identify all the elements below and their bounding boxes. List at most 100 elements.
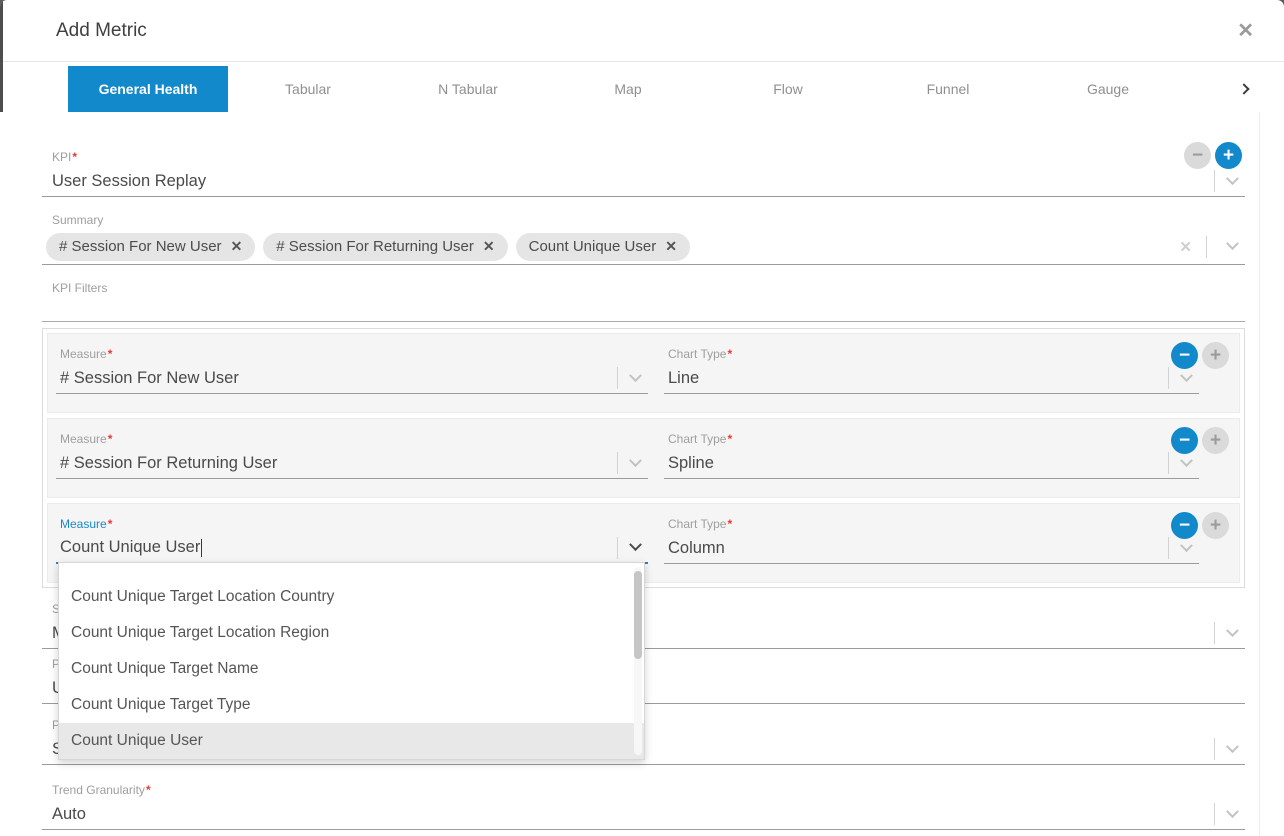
kpi-label: KPI* (42, 150, 1245, 166)
divider (1214, 622, 1215, 644)
chevron-down-icon[interactable] (1180, 454, 1193, 467)
measure-label: Measure* (56, 432, 648, 448)
chevron-down-icon[interactable] (1226, 172, 1239, 185)
add-measure-button[interactable]: + (1202, 342, 1229, 369)
remove-measure-button[interactable]: − (1171, 427, 1198, 454)
chevron-down-icon[interactable] (1180, 369, 1193, 382)
divider (1214, 803, 1215, 825)
scroll-gutter-divider (1259, 112, 1260, 836)
dropdown-option-highlighted[interactable]: Count Unique User (59, 723, 644, 759)
tab-map[interactable]: Map (548, 66, 708, 112)
divider (1168, 367, 1169, 389)
trend-granularity-label: Trend Granularity* (42, 783, 1245, 799)
page-title: Add Metric (56, 20, 1237, 42)
chart-type-select[interactable]: Line (664, 363, 1199, 394)
divider (1214, 170, 1215, 192)
summary-label: Summary (42, 213, 1245, 229)
divider (1206, 236, 1207, 258)
kpi-row-actions: − + (1184, 142, 1242, 169)
kpi-filters-label: KPI Filters (42, 281, 1245, 297)
kpi-value: User Session Replay (52, 172, 1208, 191)
measure-column: Measure* # Session For New User (56, 347, 648, 412)
chevron-down-icon[interactable] (1226, 805, 1239, 818)
measure-row-actions: − + (1171, 512, 1229, 539)
kpi-select[interactable]: User Session Replay (42, 166, 1245, 197)
trend-granularity-field: Trend Granularity* Auto (42, 783, 1245, 830)
add-measure-button[interactable]: + (1202, 512, 1229, 539)
measure-combobox-input[interactable]: Count Unique User (56, 533, 648, 564)
chart-type-label: Chart Type* (664, 347, 1199, 363)
chip-remove-icon[interactable]: ✕ (483, 238, 495, 255)
chip-label: # Session For New User (59, 238, 222, 255)
divider (1214, 738, 1215, 760)
measure-label: Measure* (56, 347, 648, 363)
chevron-down-icon[interactable] (629, 538, 642, 551)
divider (1168, 452, 1169, 474)
chevron-right-icon (1238, 83, 1249, 94)
chart-type-column: Chart Type* Column (664, 517, 1199, 582)
chevron-down-icon[interactable] (629, 454, 642, 467)
add-measure-button[interactable]: + (1202, 427, 1229, 454)
summary-chip: # Session For Returning User ✕ (263, 233, 507, 261)
tab-gauge[interactable]: Gauge (1028, 66, 1188, 112)
chart-type-select[interactable]: Spline (664, 448, 1199, 479)
measure-value: # Session For Returning User (60, 454, 611, 473)
dropdown-option[interactable]: Count Unique Target Type (59, 687, 644, 723)
remove-measure-button[interactable]: − (1171, 342, 1198, 369)
summary-multiselect[interactable]: # Session For New User ✕ # Session For R… (42, 229, 1245, 265)
kpi-field: − + KPI* User Session Replay (42, 150, 1245, 197)
trend-granularity-select[interactable]: Auto (42, 799, 1245, 830)
chart-type-value: Line (668, 369, 1162, 388)
chart-type-column: Chart Type* Spline (664, 432, 1199, 497)
chip-remove-icon[interactable]: ✕ (231, 238, 243, 255)
measure-column: Measure* # Session For Returning User (56, 432, 648, 497)
divider (617, 367, 618, 389)
chart-type-column: Chart Type* Line (664, 347, 1199, 412)
summary-chip: Count Unique User ✕ (516, 233, 690, 261)
measure-select[interactable]: # Session For Returning User (56, 448, 648, 479)
tab-tabular[interactable]: Tabular (228, 66, 388, 112)
dropdown-option[interactable]: Count Unique Target Name (59, 651, 644, 687)
divider (617, 537, 618, 559)
measure-value: # Session For New User (60, 369, 611, 388)
add-metric-dialog: Add Metric ✕ General Health Tabular N Ta… (0, 0, 1284, 836)
clear-all-icon[interactable]: ✕ (1179, 238, 1192, 256)
dropdown-option[interactable]: Count Unique Target Location Region (59, 615, 644, 651)
text-cursor (201, 539, 202, 557)
chevron-down-icon[interactable] (1226, 237, 1239, 250)
chevron-down-icon[interactable] (1226, 740, 1239, 753)
measure-select[interactable]: # Session For New User (56, 363, 648, 394)
dropdown-option[interactable]: Count Unique Target Location Country (59, 579, 644, 615)
add-kpi-button[interactable]: + (1215, 142, 1242, 169)
chart-type-select[interactable]: Column (664, 533, 1199, 564)
close-icon[interactable]: ✕ (1237, 21, 1254, 41)
chevron-down-icon[interactable] (1180, 539, 1193, 552)
tab-bar: General Health Tabular N Tabular Map Flo… (68, 66, 1254, 112)
measure-label: Measure* (56, 517, 648, 533)
trend-granularity-value: Auto (52, 805, 1208, 824)
remove-measure-button[interactable]: − (1171, 512, 1198, 539)
tabs-scroll-next-button[interactable] (1188, 66, 1254, 112)
dropdown-scrollbar-thumb[interactable] (634, 571, 642, 659)
chevron-down-icon[interactable] (629, 369, 642, 382)
kpi-filters-input[interactable] (42, 297, 1245, 322)
remove-kpi-button[interactable]: − (1184, 142, 1211, 169)
kpi-filters-field: KPI Filters (42, 281, 1245, 322)
tab-n-tabular[interactable]: N Tabular (388, 66, 548, 112)
divider (1168, 537, 1169, 559)
tab-general-health[interactable]: General Health (68, 66, 228, 112)
measure-value: Count Unique User (60, 538, 611, 557)
measure-row-2: − + Measure* # Session For Returning Use… (47, 418, 1240, 498)
tab-funnel[interactable]: Funnel (868, 66, 1028, 112)
chart-type-label: Chart Type* (664, 517, 1199, 533)
chart-type-label: Chart Type* (664, 432, 1199, 448)
summary-field: Summary # Session For New User ✕ # Sessi… (42, 213, 1245, 265)
chip-remove-icon[interactable]: ✕ (665, 238, 677, 255)
chevron-down-icon[interactable] (1226, 624, 1239, 637)
backdrop-edge (0, 0, 3, 112)
chip-label: # Session For Returning User (276, 238, 474, 255)
chart-type-value: Column (668, 539, 1162, 558)
measure-row-actions: − + (1171, 427, 1229, 454)
tab-flow[interactable]: Flow (708, 66, 868, 112)
chart-type-value: Spline (668, 454, 1162, 473)
